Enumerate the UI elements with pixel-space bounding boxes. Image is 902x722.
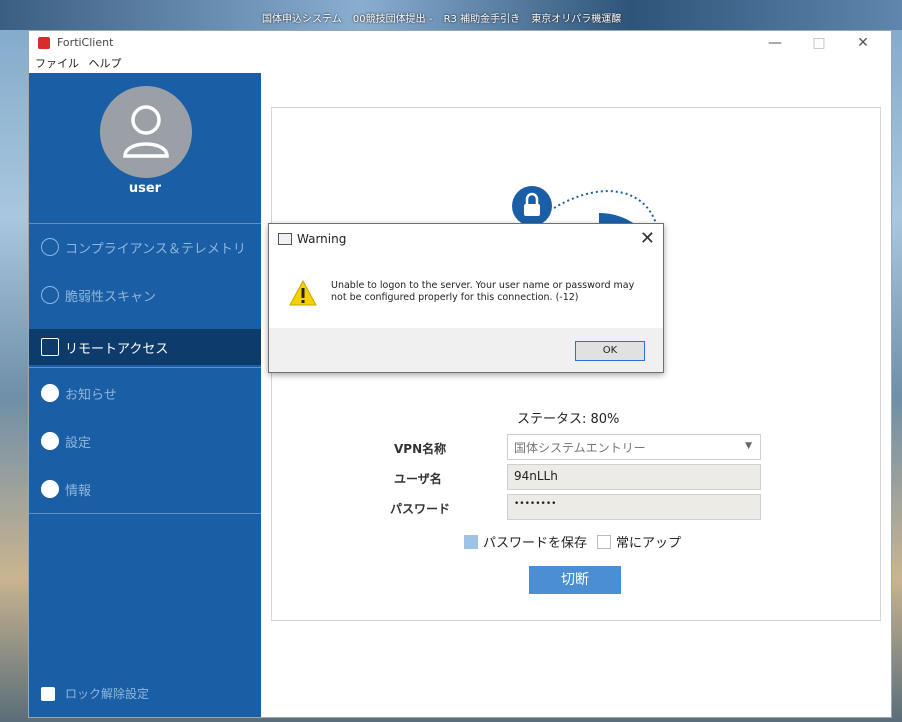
forticlient-window: FortiClient — □ ✕ ファイル ヘルプ user コンプライアンス… [28, 30, 892, 718]
always-up-checkbox[interactable] [597, 534, 612, 549]
dialog-message: Unable to logon to the server. Your user… [331, 280, 649, 304]
save-password-checkbox[interactable] [464, 534, 478, 549]
sidebar-item-label: 脆弱性スキャン [65, 289, 157, 305]
password-label: パスワード [390, 502, 451, 516]
vpn-name-select[interactable]: 国体システムエントリー ▼ [507, 434, 761, 460]
minimize-button[interactable]: — [759, 33, 791, 53]
unlock-settings-label: ロック解除設定 [65, 687, 150, 701]
options-row: パスワードを保存 常にアップ [464, 532, 681, 551]
divider [29, 513, 261, 514]
sidebar-item-label: 情報 [65, 483, 92, 499]
sidebar-item-label: リモートアクセス [65, 341, 169, 357]
username-value: 94nLLh [514, 469, 558, 483]
forticlient-logo-icon [38, 37, 50, 49]
dialog-body: Unable to logon to the server. Your user… [269, 254, 663, 328]
warning-icon [289, 280, 317, 306]
disconnect-button[interactable]: 切断 [529, 566, 621, 594]
sidebar-item-label: 設定 [65, 435, 92, 451]
notification-icon [41, 384, 59, 402]
username: user [128, 181, 162, 196]
avatar [100, 86, 192, 178]
ok-button[interactable]: OK [575, 341, 645, 361]
lock-icon [41, 686, 55, 701]
sidebar-item-label: お知らせ [65, 387, 117, 403]
save-password-label: パスワードを保存 [483, 536, 588, 551]
sidebar-item-vulnerability-scan[interactable]: 脆弱性スキャン [29, 277, 261, 313]
sidebar-item-settings[interactable]: 設定 [29, 423, 261, 459]
dialog-message-line: not be configured properly for this conn… [331, 292, 579, 303]
info-icon [41, 480, 59, 498]
always-up-label: 常にアップ [616, 536, 682, 551]
menu-help[interactable]: ヘルプ [89, 57, 122, 70]
window-title: FortiClient [57, 36, 114, 49]
menu-file[interactable]: ファイル [35, 57, 79, 70]
menu-bar: ファイル ヘルプ [29, 55, 891, 73]
desktop-label[interactable]: R3 補助金手引き [444, 14, 521, 25]
close-button[interactable]: ✕ [847, 33, 879, 53]
username-field[interactable]: 94nLLh [507, 464, 761, 490]
desktop-label[interactable]: 東京オリパラ機運醸 [531, 14, 621, 25]
vulnerability-icon [41, 286, 59, 304]
user-icon [123, 105, 169, 158]
window-icon [278, 233, 292, 245]
password-field[interactable]: •••••••• [507, 494, 761, 520]
dialog-close-button[interactable]: ✕ [640, 228, 655, 249]
dialog-message-line: Unable to logon to the server. Your user… [331, 280, 635, 291]
sidebar: user コンプライアンス＆テレメトリ 脆弱性スキャン リモートアクセス お知ら… [29, 73, 261, 717]
warning-dialog: Warning ✕ Unable to logon to the server.… [268, 223, 664, 373]
dialog-title-bar: Warning ✕ [269, 224, 663, 254]
chevron-down-icon: ▼ [745, 441, 752, 451]
sidebar-item-about[interactable]: 情報 [29, 471, 261, 507]
sidebar-item-remote-access[interactable]: リモートアクセス [29, 329, 261, 365]
username-label: ユーザ名 [394, 472, 442, 486]
maximize-button[interactable]: □ [803, 33, 835, 53]
vpn-name-value: 国体システムエントリー [514, 441, 646, 455]
title-bar: FortiClient — □ ✕ [29, 31, 891, 55]
desktop-label[interactable]: 国体申込システム [262, 14, 342, 25]
sidebar-item-compliance[interactable]: コンプライアンス＆テレメトリ [29, 229, 261, 265]
divider [29, 367, 261, 368]
sidebar-item-notifications[interactable]: お知らせ [29, 375, 261, 411]
remote-access-icon [41, 338, 59, 356]
connection-status: ステータス: 80% [517, 412, 620, 427]
divider [29, 223, 261, 224]
unlock-settings[interactable]: ロック解除設定 [41, 685, 149, 702]
password-value: •••••••• [514, 499, 557, 509]
desktop-background: 国体申込システム 00競技団体提出 - R3 補助金手引き 東京オリパラ機運醸 [0, 0, 902, 30]
gauge-icon [41, 238, 59, 256]
dialog-title: Warning [297, 232, 347, 246]
vpn-name-label: VPN名称 [394, 442, 447, 456]
desktop-icons: 国体申込システム 00競技団体提出 - R3 補助金手引き 東京オリパラ機運醸 [262, 10, 629, 25]
gear-icon [41, 432, 59, 450]
desktop-label[interactable]: 00競技団体提出 - [353, 14, 433, 25]
sidebar-item-label: コンプライアンス＆テレメトリ [65, 241, 246, 257]
